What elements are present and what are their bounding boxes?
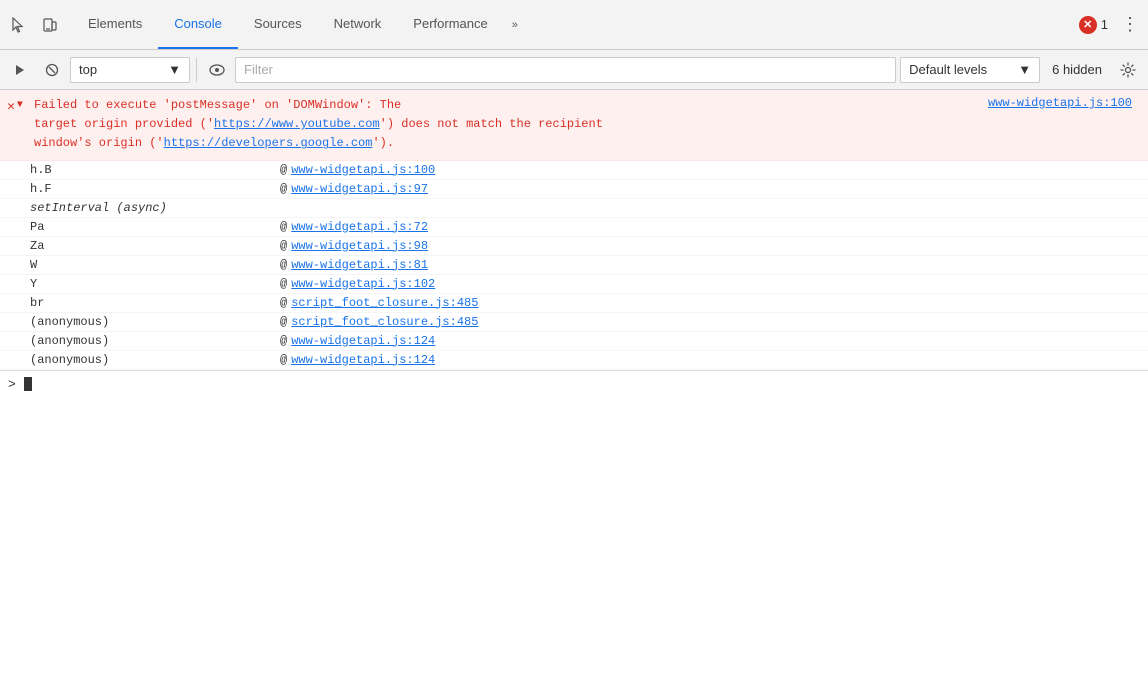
error-header: Failed to execute 'postMessage' on 'DOMW… <box>34 96 1144 154</box>
stack-at-symbol: @ <box>280 182 287 196</box>
stack-at-symbol: @ <box>280 220 287 234</box>
tab-more-button[interactable]: » <box>504 0 526 49</box>
stack-frames: h.B@ www-widgetapi.js:100h.F@ www-widget… <box>0 161 1148 370</box>
tab-list: Elements Console Sources Network Perform… <box>72 0 526 49</box>
tab-network[interactable]: Network <box>318 0 398 49</box>
stack-at-symbol: @ <box>280 258 287 272</box>
error-badge[interactable]: ✕ 1 <box>1079 16 1108 34</box>
tab-elements[interactable]: Elements <box>72 0 158 49</box>
stack-frame-row: (anonymous)@ script_foot_closure.js:485 <box>0 313 1148 332</box>
stack-frame-row: (anonymous)@ www-widgetapi.js:124 <box>0 351 1148 370</box>
clear-console-button[interactable] <box>38 56 66 84</box>
youtube-link[interactable]: https://www.youtube.com <box>214 117 380 131</box>
stack-frame-name: br <box>30 296 280 310</box>
stack-frame-link[interactable]: www-widgetapi.js:100 <box>291 163 435 177</box>
device-toggle-button[interactable] <box>36 11 64 39</box>
stack-frame-row: h.B@ www-widgetapi.js:100 <box>0 161 1148 180</box>
stack-frame-link[interactable]: script_foot_closure.js:485 <box>291 296 478 310</box>
stack-frame-name: Y <box>30 277 280 291</box>
stack-frame-name: Pa <box>30 220 280 234</box>
stack-frame-row: W@ www-widgetapi.js:81 <box>0 256 1148 275</box>
console-content: ✕ ▼ Failed to execute 'postMessage' on '… <box>0 90 1148 690</box>
stack-frame-name: h.B <box>30 163 280 177</box>
stack-frame-row: h.F@ www-widgetapi.js:97 <box>0 180 1148 199</box>
divider <box>196 58 197 82</box>
toggle-arrow-icon[interactable]: ▼ <box>17 100 23 111</box>
stack-frame-row: Za@ www-widgetapi.js:98 <box>0 237 1148 256</box>
error-circle-icon: ✕ <box>1079 16 1097 34</box>
console-settings-button[interactable] <box>1114 56 1142 84</box>
stack-at-symbol: @ <box>280 353 287 367</box>
context-selector[interactable]: top ▼ <box>70 57 190 83</box>
more-options-button[interactable]: ⋮ <box>1116 11 1144 39</box>
tab-performance[interactable]: Performance <box>397 0 503 49</box>
stack-frame-row: Y@ www-widgetapi.js:102 <box>0 275 1148 294</box>
error-message-container: Failed to execute 'postMessage' on 'DOMW… <box>34 96 988 154</box>
error-source-link[interactable]: www-widgetapi.js:100 <box>988 96 1144 154</box>
levels-selector[interactable]: Default levels ▼ <box>900 57 1040 83</box>
console-cursor <box>24 377 32 391</box>
console-toolbar: top ▼ Default levels ▼ 6 hidden <box>0 50 1148 90</box>
stack-frame-row: (anonymous)@ www-widgetapi.js:124 <box>0 332 1148 351</box>
stack-frame-link[interactable]: www-widgetapi.js:72 <box>291 220 428 234</box>
stack-frame-row: Pa@ www-widgetapi.js:72 <box>0 218 1148 237</box>
error-body: Failed to execute 'postMessage' on 'DOMW… <box>30 94 1148 156</box>
stack-frame-name: (anonymous) <box>30 334 280 348</box>
stack-frame-name: h.F <box>30 182 280 196</box>
stack-frame-name: (anonymous) <box>30 353 280 367</box>
console-input-row[interactable]: > <box>0 370 1148 398</box>
chevron-down-icon: ▼ <box>168 62 181 77</box>
error-message-line3: window's origin ('https://developers.goo… <box>34 136 394 150</box>
error-message-line2: target origin provided ('https://www.you… <box>34 117 603 131</box>
eye-button[interactable] <box>203 56 231 84</box>
error-x-icon: ✕ <box>7 99 15 114</box>
error-count: 1 <box>1101 17 1108 32</box>
tab-sources[interactable]: Sources <box>238 0 318 49</box>
stack-at-symbol: @ <box>280 296 287 310</box>
stack-frame-name: (anonymous) <box>30 315 280 329</box>
error-message-line1: Failed to execute 'postMessage' on 'DOMW… <box>34 98 401 112</box>
levels-chevron-icon: ▼ <box>1018 62 1031 77</box>
execute-button[interactable] <box>6 56 34 84</box>
google-dev-link[interactable]: https://developers.google.com <box>164 136 373 150</box>
stack-at-symbol: @ <box>280 239 287 253</box>
stack-frame-link[interactable]: www-widgetapi.js:124 <box>291 353 435 367</box>
stack-frame-name: W <box>30 258 280 272</box>
stack-async-row: setInterval (async) <box>0 199 1148 218</box>
stack-at-symbol: @ <box>280 277 287 291</box>
stack-at-symbol: @ <box>280 163 287 177</box>
tab-console[interactable]: Console <box>158 0 238 49</box>
stack-frame-link[interactable]: www-widgetapi.js:81 <box>291 258 428 272</box>
toolbar-icons <box>4 11 64 39</box>
console-prompt-icon: > <box>8 377 16 392</box>
stack-frame-link[interactable]: www-widgetapi.js:102 <box>291 277 435 291</box>
cursor-tool-button[interactable] <box>4 11 32 39</box>
filter-input[interactable] <box>235 57 896 83</box>
stack-frame-link[interactable]: script_foot_closure.js:485 <box>291 315 478 329</box>
stack-frame-link[interactable]: www-widgetapi.js:98 <box>291 239 428 253</box>
stack-at-symbol: @ <box>280 315 287 329</box>
error-entry: ✕ ▼ Failed to execute 'postMessage' on '… <box>0 90 1148 161</box>
stack-frame-link[interactable]: www-widgetapi.js:97 <box>291 182 428 196</box>
stack-frame-name: Za <box>30 239 280 253</box>
error-gutter: ✕ ▼ <box>0 94 30 156</box>
stack-frame-link[interactable]: www-widgetapi.js:124 <box>291 334 435 348</box>
top-toolbar: Elements Console Sources Network Perform… <box>0 0 1148 50</box>
hidden-count: 6 hidden <box>1044 62 1110 77</box>
stack-frame-row: br@ script_foot_closure.js:485 <box>0 294 1148 313</box>
stack-at-symbol: @ <box>280 334 287 348</box>
